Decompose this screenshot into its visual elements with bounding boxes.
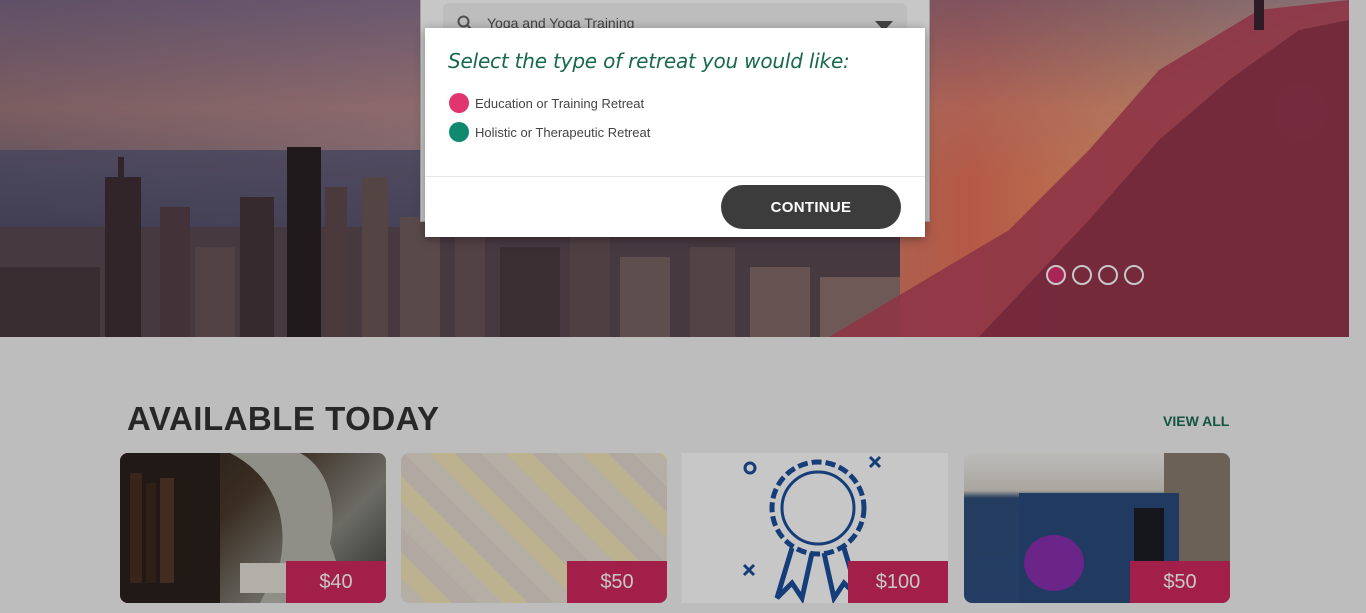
option-label: Holistic or Therapeutic Retreat (475, 124, 651, 140)
option-holistic-therapeutic[interactable]: Holistic or Therapeutic Retreat (449, 122, 650, 142)
option-radio[interactable] (449, 93, 469, 113)
option-education-training[interactable]: Education or Training Retreat (449, 93, 644, 113)
modal-divider (425, 176, 925, 177)
option-label: Education or Training Retreat (475, 95, 645, 111)
continue-button[interactable]: CONTINUE (721, 185, 901, 229)
retreat-type-modal: Select the type of retreat you would lik… (425, 28, 925, 237)
modal-title: Select the type of retreat you would lik… (448, 49, 850, 73)
option-radio[interactable] (449, 122, 469, 142)
